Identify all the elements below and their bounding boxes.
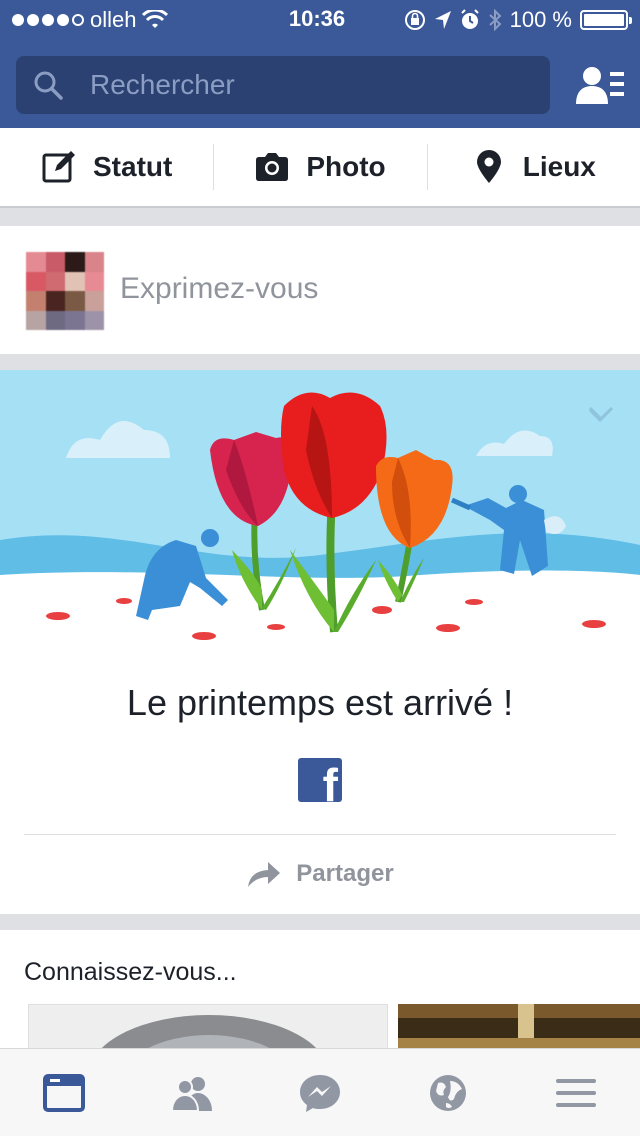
- feed-separator: [0, 354, 640, 370]
- pymk-title: Connaissez-vous...: [24, 958, 237, 986]
- pymk-profile-card[interactable]: [398, 1004, 640, 1048]
- feed-separator: [0, 914, 640, 930]
- search-icon: [34, 71, 63, 100]
- messenger-icon: [300, 1074, 340, 1112]
- status-bar: olleh 10:36 100 %: [0, 0, 640, 40]
- card-title: Le printemps est arrivé !: [126, 682, 514, 723]
- tab-menu[interactable]: [512, 1049, 640, 1136]
- share-button[interactable]: Partager: [0, 852, 640, 896]
- status-indicators: 100 %: [404, 6, 632, 34]
- spring-card: Le printemps est arrivé ! f Partager: [0, 370, 640, 914]
- tab-news-feed[interactable]: [0, 1049, 128, 1136]
- tab-friends[interactable]: [128, 1049, 256, 1136]
- people-you-may-know: Connaissez-vous...: [0, 930, 640, 1048]
- composer-bar: Statut Photo Lieux: [0, 128, 640, 208]
- places-label: Lieux: [522, 151, 596, 182]
- news-feed-icon: [43, 1073, 85, 1112]
- status-composer[interactable]: Exprimez-vous: [0, 226, 640, 354]
- feed-separator: [0, 208, 640, 226]
- camera-icon: [256, 153, 289, 181]
- avatar: [26, 252, 104, 330]
- location-arrow-icon: [434, 11, 451, 29]
- friends-icon: [170, 1076, 212, 1112]
- photo-label: Photo: [306, 151, 386, 182]
- share-label: Partager: [296, 860, 394, 887]
- card-divider: [24, 834, 616, 835]
- share-arrow-icon: [248, 862, 281, 887]
- spring-illustration: [0, 370, 640, 642]
- profile-photo: [398, 1004, 640, 1048]
- globe-icon: [430, 1074, 466, 1111]
- menu-icon: [556, 1078, 596, 1107]
- battery-percent: 100 %: [509, 7, 572, 32]
- bluetooth-icon: [488, 9, 502, 31]
- tab-notifications[interactable]: [384, 1049, 512, 1136]
- places-button[interactable]: Lieux: [426, 128, 640, 206]
- rotation-lock-icon: [404, 10, 425, 30]
- profile-photo: [29, 1005, 387, 1048]
- facebook-logo-icon: f: [298, 758, 342, 802]
- post-options-chevron-icon[interactable]: [588, 406, 614, 422]
- location-pin-icon: [476, 150, 501, 183]
- top-header: [0, 40, 640, 128]
- photo-button[interactable]: Photo: [213, 128, 426, 206]
- search-bar[interactable]: [16, 56, 550, 114]
- status-label: Statut: [93, 151, 173, 182]
- status-button[interactable]: Statut: [0, 128, 213, 206]
- search-input[interactable]: [90, 69, 530, 101]
- bottom-tab-bar: [0, 1048, 640, 1136]
- friend-requests-icon[interactable]: [576, 64, 626, 108]
- pymk-profile-card[interactable]: [28, 1004, 388, 1048]
- alarm-icon: [460, 9, 479, 29]
- battery-icon: [580, 10, 632, 30]
- tab-messenger[interactable]: [256, 1049, 384, 1136]
- edit-icon: [42, 151, 75, 183]
- status-prompt: Exprimez-vous: [120, 272, 319, 305]
